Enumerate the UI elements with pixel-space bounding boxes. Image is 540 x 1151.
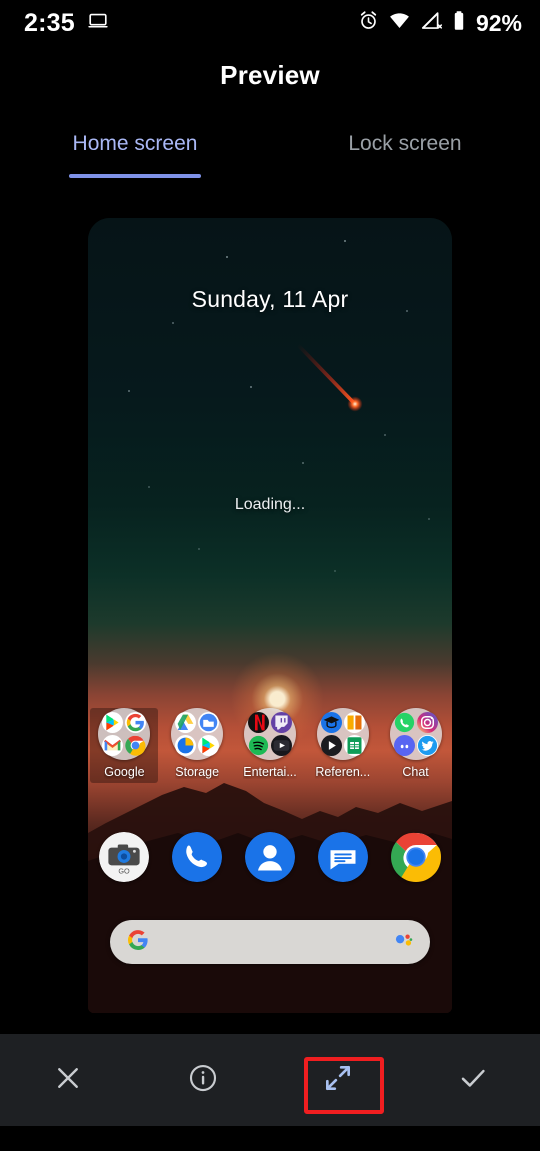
check-icon (457, 1062, 489, 1099)
status-bar-right: 92% (358, 10, 522, 37)
gmail-icon (102, 735, 124, 756)
messages-icon[interactable] (317, 832, 368, 882)
tab-lock-screen[interactable]: Lock screen (270, 128, 540, 184)
preview-screen: 2:35 92% Preview Home screen Lock screen… (0, 0, 540, 1151)
status-time: 2:35 (24, 8, 75, 37)
navigation-bar (0, 1126, 540, 1151)
google-search-icon (125, 712, 147, 733)
contacts-icon[interactable] (244, 832, 295, 882)
sheets-icon (343, 735, 365, 756)
laptop-cast-icon (87, 10, 109, 37)
folder-label: Referen... (315, 765, 371, 779)
folder-icon-group (389, 708, 442, 760)
alarm-clock-icon (358, 10, 379, 36)
confirm-button[interactable] (405, 1034, 540, 1126)
folder-storage[interactable]: Storage (163, 708, 231, 779)
classroom-icon (320, 712, 342, 733)
tab-home-screen-label: Home screen (72, 132, 198, 155)
svg-text:GO: GO (119, 867, 131, 876)
date-widget: Sunday, 11 Apr (191, 286, 349, 312)
folder-label: Chat (402, 765, 429, 779)
battery-icon (452, 10, 466, 37)
folder-icon-group (98, 708, 151, 760)
close-icon (53, 1063, 83, 1098)
page-title: Preview (220, 60, 320, 90)
folder-chat[interactable]: Chat (382, 708, 450, 779)
phone-icon[interactable] (172, 832, 223, 882)
netflix-icon (247, 712, 269, 733)
tab-active-indicator (69, 174, 201, 178)
wifi-icon (388, 10, 411, 36)
play-store-icon (102, 712, 124, 733)
tab-lock-screen-label: Lock screen (348, 132, 462, 155)
books-icon (343, 712, 365, 733)
chrome-icon (125, 735, 146, 756)
close-button[interactable] (0, 1034, 135, 1126)
instagram-icon (416, 712, 438, 733)
whatsapp-icon (394, 712, 415, 733)
drive-icon (175, 712, 197, 733)
bottom-toolbar (0, 1034, 540, 1126)
home-folder-row: Google Storage Entertai... Referen... Ch… (88, 708, 452, 783)
folder-icon-group (243, 708, 296, 760)
folder-entertainment[interactable]: Entertai... (236, 708, 304, 779)
tab-bar: Home screen Lock screen (0, 128, 540, 184)
cellular-no-service-icon (420, 10, 443, 36)
battery-percent: 92% (475, 9, 522, 36)
info-button[interactable] (135, 1034, 270, 1126)
status-bar: 2:35 92% (0, 0, 540, 46)
tab-home-screen[interactable]: Home screen (0, 128, 270, 184)
twitch-icon (270, 712, 292, 733)
info-icon (188, 1063, 218, 1098)
folder-icon-group (171, 708, 224, 760)
camera-go-icon[interactable]: GO (99, 832, 150, 882)
google-g-icon (126, 928, 150, 957)
discord-icon (393, 735, 415, 756)
expand-button-highlight (304, 1057, 384, 1114)
youtube-icon (270, 735, 292, 756)
play-store-icon (198, 735, 220, 756)
google-search-bar[interactable] (110, 920, 430, 964)
status-bar-left: 2:35 (24, 9, 109, 38)
spotify-icon (248, 735, 269, 756)
wallpaper-preview-card[interactable]: Sunday, 11 Apr Loading... Google Storage… (88, 218, 452, 1013)
folder-reference[interactable]: Referen... (309, 708, 377, 779)
folder-label: Entertai... (243, 765, 297, 779)
photos-icon (175, 735, 197, 756)
folder-label: Google (104, 765, 145, 779)
files-icon (198, 712, 220, 733)
twitter-icon (416, 735, 438, 756)
loading-text: Loading... (234, 496, 306, 513)
folder-icon-group (316, 708, 369, 760)
folder-label: Storage (175, 765, 220, 779)
home-dock: GO (88, 832, 452, 882)
play-video-icon (320, 735, 342, 756)
chrome-icon[interactable] (390, 832, 441, 882)
google-assistant-icon[interactable] (392, 930, 414, 955)
folder-google[interactable]: Google (90, 708, 159, 783)
